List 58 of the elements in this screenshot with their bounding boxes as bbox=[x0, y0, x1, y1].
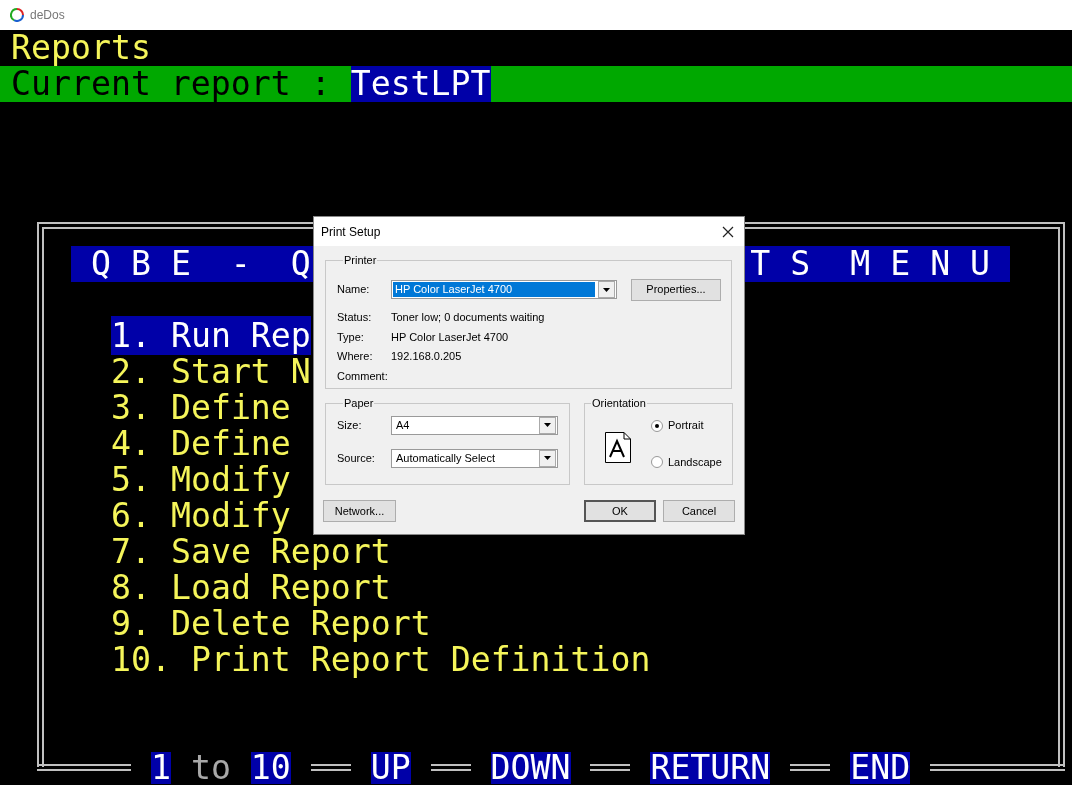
dropdown-value: A4 bbox=[395, 417, 411, 433]
window-title: deDos bbox=[30, 7, 65, 24]
close-icon bbox=[722, 225, 734, 238]
dialog-button[interactable]: Properties... bbox=[631, 278, 721, 301]
screen-heading: Reports bbox=[11, 28, 151, 67]
field-label: Name: bbox=[337, 282, 371, 298]
info-label: Comment: bbox=[337, 368, 389, 384]
field-label: Size: bbox=[337, 417, 363, 433]
key-hint: 10 bbox=[250, 751, 291, 784]
menu-item[interactable]: 1. Run Rep bbox=[111, 316, 311, 355]
key-hint: 1 bbox=[150, 751, 171, 784]
caret-icon bbox=[544, 456, 551, 460]
group-label: Orientation bbox=[591, 396, 647, 411]
caret-icon bbox=[603, 287, 610, 292]
double-rule bbox=[430, 764, 471, 771]
double-rule bbox=[790, 764, 831, 771]
radio-button[interactable] bbox=[651, 456, 663, 468]
status-label: Current report : bbox=[11, 66, 331, 102]
radio-button[interactable] bbox=[651, 419, 663, 432]
portrait-page-icon bbox=[605, 432, 631, 464]
info-label: Type: bbox=[337, 329, 365, 345]
field-label: Source: bbox=[337, 450, 376, 466]
caret-icon bbox=[544, 423, 551, 427]
dialog-title: Print Setup bbox=[321, 223, 381, 241]
menu-title: Q B E - Q bbox=[90, 246, 311, 282]
key-hint: UP bbox=[370, 751, 411, 784]
menu-item[interactable]: 5. Modify bbox=[111, 460, 291, 499]
radio-label: Landscape bbox=[668, 454, 722, 470]
dropdown-field[interactable]: Automatically Select bbox=[391, 448, 558, 468]
dialog-button[interactable]: Network... bbox=[323, 500, 396, 522]
key-hint: END bbox=[850, 751, 911, 784]
dropdown-value: HP Color LaserJet 4700 bbox=[393, 282, 595, 297]
group-label: Paper bbox=[343, 396, 375, 411]
dropdown-button[interactable] bbox=[598, 281, 615, 298]
dialog-button[interactable]: Cancel bbox=[663, 500, 735, 522]
menu-title: T S M E N U bbox=[750, 246, 991, 282]
app-logo-icon bbox=[10, 8, 24, 22]
menu-item[interactable]: 4. Define bbox=[111, 424, 291, 463]
radio-label: Portrait bbox=[668, 418, 704, 434]
info-value: Toner low; 0 documents waiting bbox=[391, 310, 545, 325]
key-hint: RETURN bbox=[650, 751, 771, 784]
key-hint: DOWN bbox=[490, 751, 571, 784]
dropdown-value: Automatically Select bbox=[395, 450, 497, 466]
double-rule bbox=[590, 764, 631, 771]
hint-text: to bbox=[190, 749, 231, 785]
info-value: 192.168.0.205 bbox=[391, 349, 462, 364]
info-value: HP Color LaserJet 4700 bbox=[391, 329, 509, 345]
current-report-value: TestLPT bbox=[350, 66, 491, 102]
dropdown-field[interactable]: HP Color LaserJet 4700 bbox=[391, 280, 617, 299]
dialog-button[interactable]: OK bbox=[584, 500, 656, 522]
group-label: Printer bbox=[343, 253, 378, 268]
double-rule bbox=[310, 764, 351, 771]
dropdown-field[interactable]: A4 bbox=[391, 415, 558, 435]
dropdown-button[interactable] bbox=[539, 449, 556, 467]
info-label: Where: bbox=[337, 349, 374, 364]
info-label: Status: bbox=[337, 310, 373, 325]
dropdown-button[interactable] bbox=[539, 416, 556, 434]
menu-item[interactable]: 3. Define bbox=[111, 388, 291, 427]
